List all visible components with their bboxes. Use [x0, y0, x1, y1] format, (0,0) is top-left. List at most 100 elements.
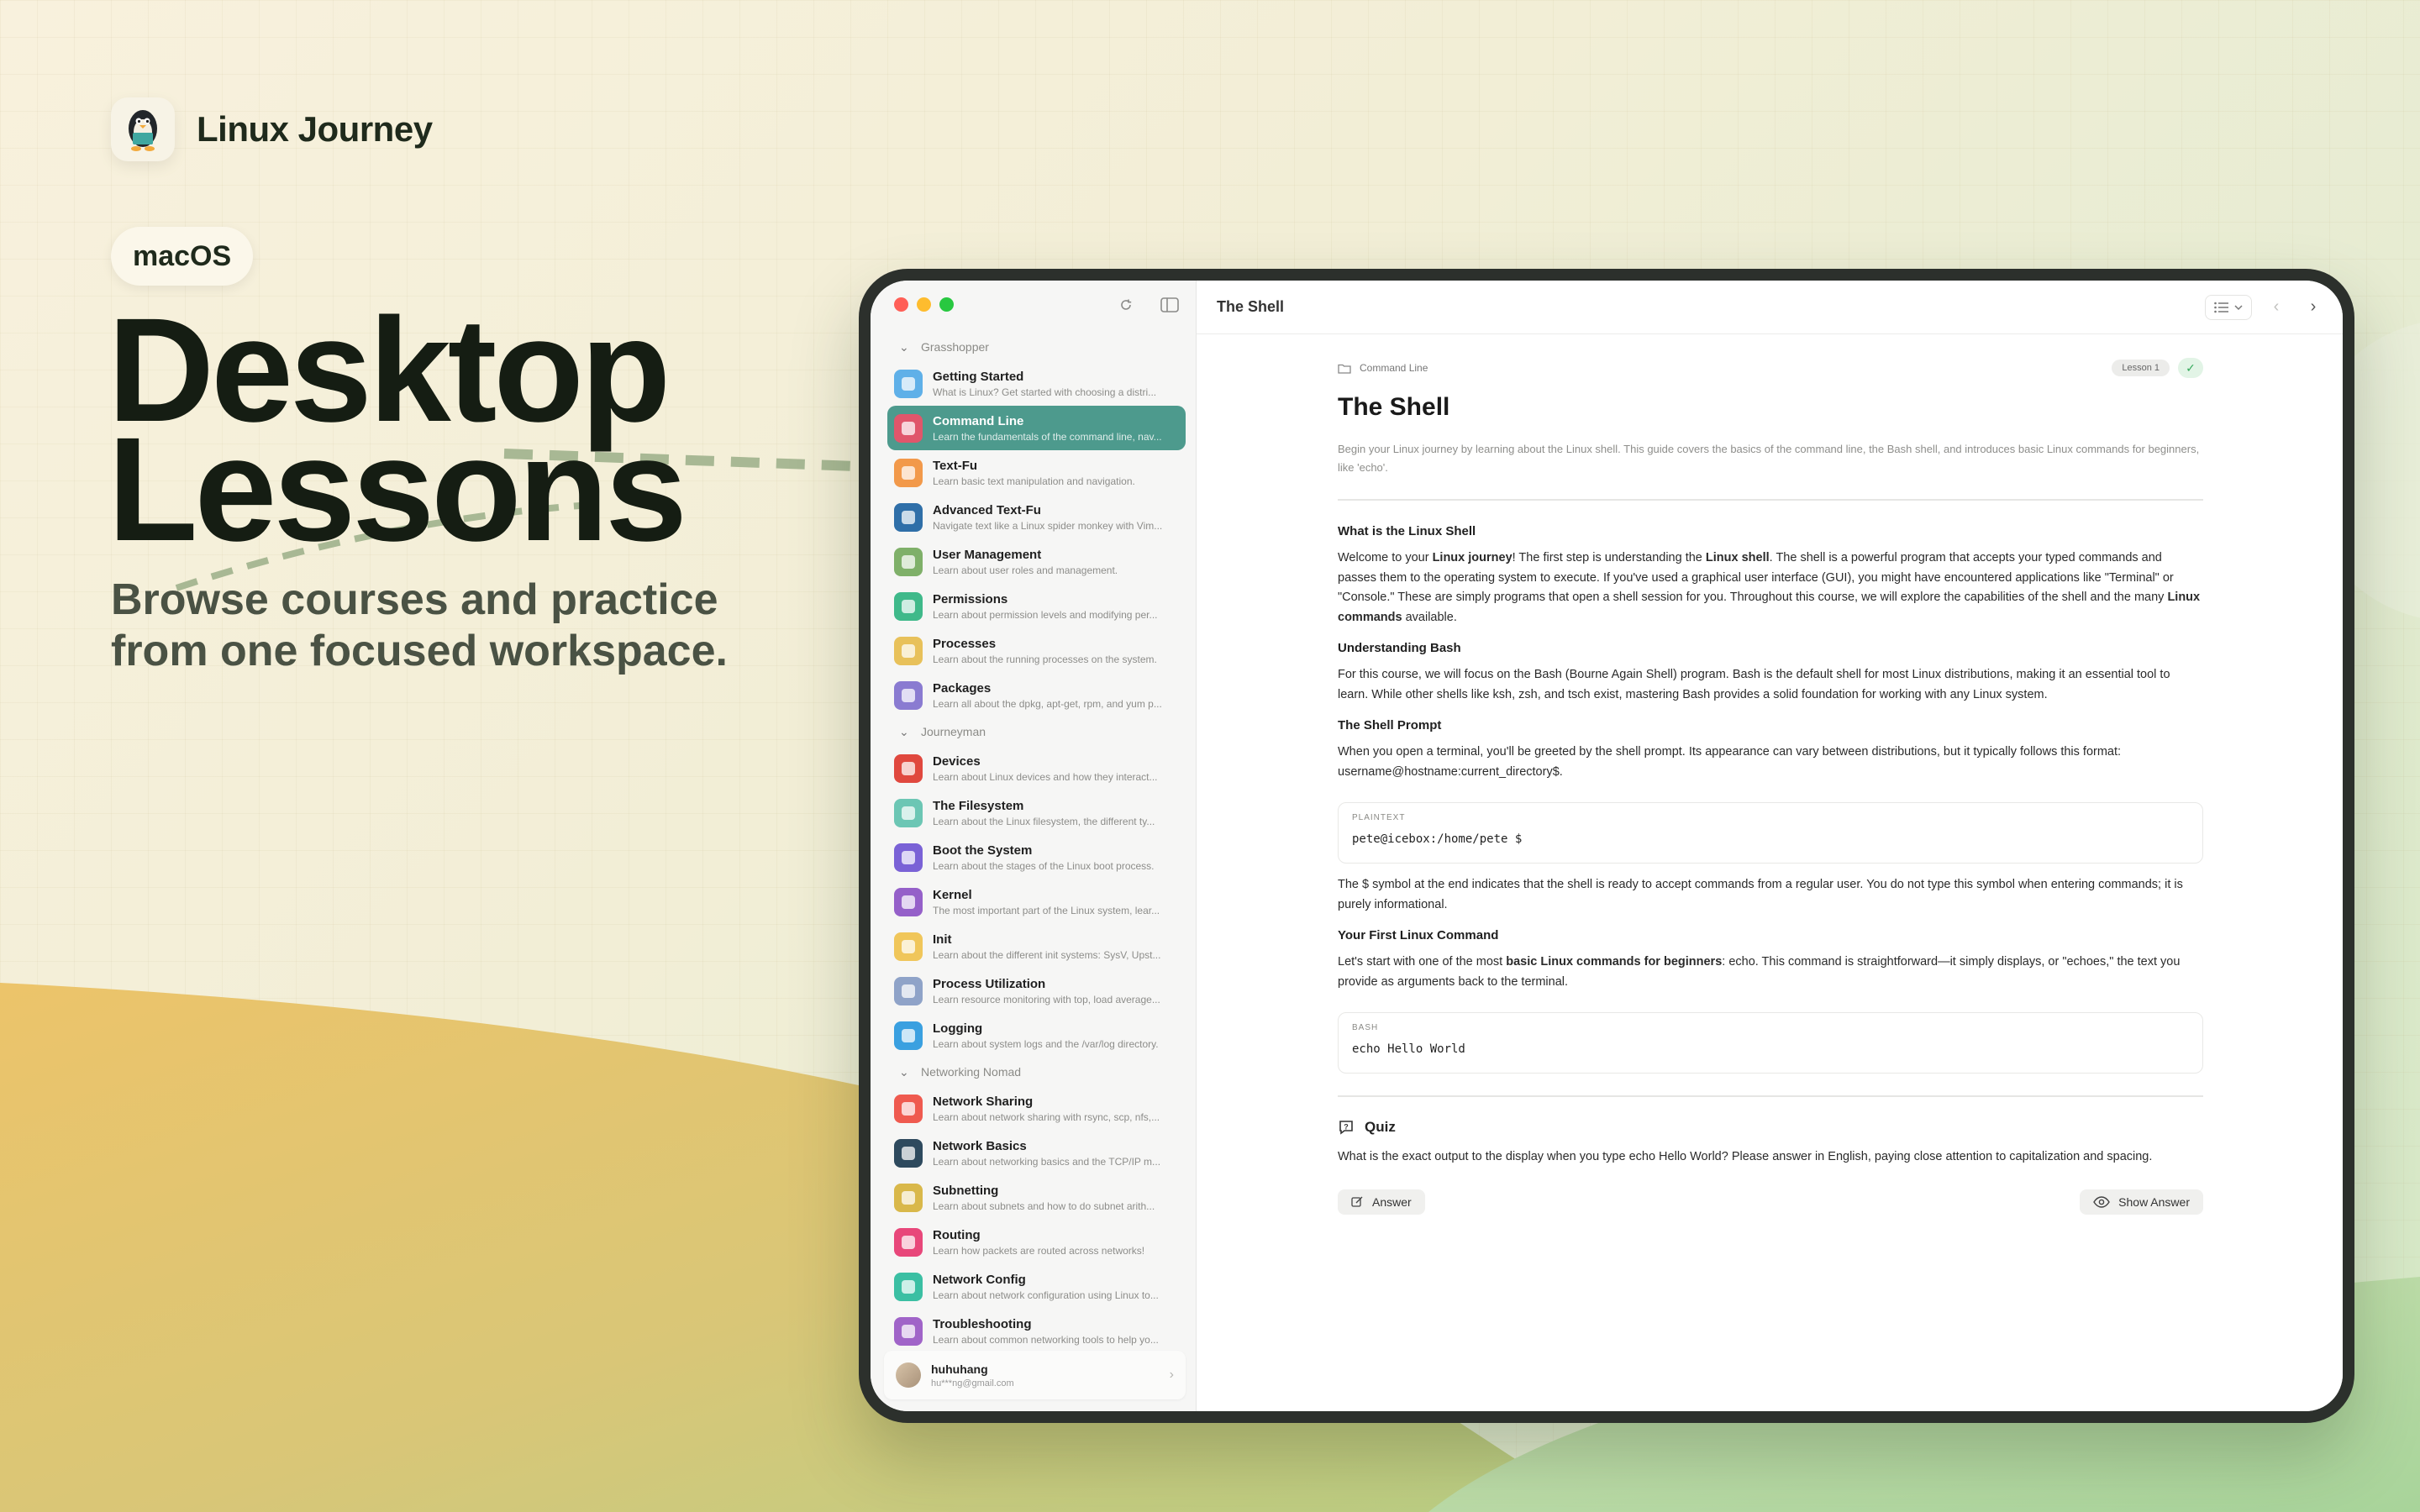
app-window: ⌄ Grasshopper Getting Started What is Linux… [871, 281, 2343, 1411]
paragraph: For this course, we will focus on the Ba… [1338, 668, 2170, 701]
sidebar-item-lesson[interactable]: Network Sharing Learn about network shari… [887, 1086, 1186, 1131]
answer-button-label: Answer [1372, 1194, 1412, 1209]
lesson-title: Network Basics [933, 1138, 1027, 1153]
sidebar-item-lesson[interactable]: Devices Learn about Linux devices and how… [887, 746, 1186, 790]
sidebar-item-lesson[interactable]: Network Basics Learn about networking bas… [887, 1131, 1186, 1175]
close-window-button[interactable] [894, 297, 908, 312]
sidebar-item-lesson[interactable]: Logging Learn about system logs and the /… [887, 1013, 1186, 1058]
group-header[interactable]: ⌄ Networking Nomad [887, 1058, 1186, 1086]
lesson-icon [894, 1316, 923, 1346]
page-title: The Shell [1217, 298, 1285, 315]
code-language: BASH [1352, 1023, 1379, 1032]
group-header[interactable]: ⌄ Grasshopper [887, 333, 1186, 361]
sidebar-item-lesson[interactable]: Text-Fu Learn basic text manipulation and… [887, 450, 1186, 495]
lesson-title: Subnetting [933, 1183, 999, 1198]
list-icon [2214, 302, 2228, 312]
brand: Linux Journey [111, 97, 433, 161]
lesson-description: Learn about network configuration using … [933, 1289, 1159, 1301]
chevron-down-icon: ⌄ [899, 724, 909, 738]
lesson-title: Logging [933, 1021, 983, 1036]
quiz-header: ? Quiz [1338, 1119, 2203, 1136]
sidebar: ⌄ Grasshopper Getting Started What is Linux… [871, 281, 1197, 1411]
sidebar-item-lesson[interactable]: Processes Learn about the running process… [887, 628, 1186, 673]
lesson-title: Boot the System [933, 843, 1033, 858]
refresh-icon[interactable] [1112, 291, 1140, 319]
paragraph: Welcome to your Linux journey! The first… [1338, 551, 2201, 624]
lesson-icon [894, 1021, 923, 1050]
sidebar-item-lesson[interactable]: Command Line Learn the fundamentals of th… [887, 406, 1186, 450]
sidebar-item-lesson[interactable]: Permissions Learn about permission levels… [887, 584, 1186, 628]
lesson-icon [894, 887, 923, 916]
lesson-title: Network Sharing [933, 1094, 1034, 1109]
lesson-icon [894, 932, 923, 961]
sidebar-item-lesson[interactable]: Process Utilization Learn resource monito… [887, 969, 1186, 1013]
lesson-title: Kernel [933, 887, 972, 902]
show-answer-button[interactable]: Show Answer [2080, 1189, 2203, 1215]
completed-check-icon[interactable]: ✓ [2178, 358, 2203, 378]
sidebar-item-lesson[interactable]: Init Learn about the different init syste… [887, 924, 1186, 969]
code-block[interactable]: PLAINTEXT pete@icebox:/home/pete $ [1338, 802, 2203, 864]
lesson-title: Getting Started [933, 369, 1024, 384]
sidebar-item-lesson[interactable]: Network Config Learn about network config… [887, 1264, 1186, 1309]
lesson-description: What is Linux? Get started with choosing… [933, 386, 1157, 398]
lesson-title: Permissions [933, 591, 1008, 606]
sidebar-item-lesson[interactable]: Subnetting Learn about subnets and how to… [887, 1175, 1186, 1220]
lesson-description: Learn about the running processes on the… [933, 653, 1157, 665]
code-text: pete@icebox:/home/pete $ [1352, 832, 1523, 846]
minimize-window-button[interactable] [917, 297, 931, 312]
sidebar-item-lesson[interactable]: Troubleshooting Learn about common networ… [887, 1309, 1186, 1353]
sidebar-item-lesson[interactable]: Routing Learn how packets are routed acro… [887, 1220, 1186, 1264]
lesson-description: Learn resource monitoring with top, load… [933, 993, 1160, 1005]
lesson-description: Learn about system logs and the /var/log… [933, 1037, 1159, 1050]
lesson-title: The Shell [1338, 393, 1450, 421]
forward-button[interactable]: › [2301, 295, 2326, 320]
lesson-description: Learn about networking basics and the TC… [933, 1155, 1161, 1168]
hero-title-line2: Lessons [108, 407, 687, 572]
code-block[interactable]: BASH echo Hello World [1338, 1012, 2203, 1074]
code-language: PLAINTEXT [1352, 813, 1406, 822]
sidebar-item-lesson[interactable]: Packages Learn all about the dpkg, apt-ge… [887, 673, 1186, 717]
zoom-window-button[interactable] [939, 297, 954, 312]
lesson-description: Learn the fundamentals of the command li… [933, 430, 1162, 443]
sidebar-item-lesson[interactable]: Advanced Text-Fu Navigate text like a Lin… [887, 495, 1186, 539]
outline-menu-button[interactable] [2205, 294, 2252, 320]
user-account[interactable]: huhuhang hu***ng@gmail.com › [884, 1351, 1186, 1399]
sidebar-toggle-icon[interactable] [1155, 291, 1184, 319]
breadcrumb[interactable]: Command Line [1338, 362, 1428, 374]
sidebar-item-lesson[interactable]: Boot the System Learn about the stages of… [887, 835, 1186, 879]
chevron-down-icon [2234, 304, 2243, 310]
lesson-icon [894, 547, 923, 576]
sidebar-item-lesson[interactable]: Getting Started What is Linux? Get starte… [887, 361, 1186, 406]
chevron-right-icon: › [1169, 1368, 1174, 1382]
lesson-list: ⌄ Grasshopper Getting Started What is Linux… [887, 333, 1186, 1353]
lesson-intro: Begin your Linux journey by learning abo… [1338, 443, 2200, 474]
lesson-title: The Filesystem [933, 798, 1024, 813]
answer-button[interactable]: Answer [1338, 1189, 1425, 1215]
section-heading: Understanding Bash [1338, 641, 1461, 655]
lesson-icon [894, 591, 923, 621]
back-button[interactable]: ‹ [2264, 295, 2289, 320]
sidebar-item-lesson[interactable]: The Filesystem Learn about the Linux file… [887, 790, 1186, 835]
lesson-icon [894, 1227, 923, 1257]
paragraph: Let's start with one of the most basic L… [1338, 955, 2181, 989]
paragraph: When you open a terminal, you'll be gree… [1338, 745, 2122, 779]
main-content: The Shell ‹ › Command Line Lesson 1 ✓ Th… [1197, 281, 2343, 1411]
lesson-description: Learn about network sharing with rsync, … [933, 1110, 1160, 1123]
lesson-icon [894, 502, 923, 532]
lesson-title: Network Config [933, 1272, 1026, 1287]
sidebar-item-lesson[interactable]: User Management Learn about user roles an… [887, 539, 1186, 584]
lesson-description: The most important part of the Linux sys… [933, 904, 1160, 916]
lesson-icon [894, 1272, 923, 1301]
group-header[interactable]: ⌄ Journeyman [887, 717, 1186, 746]
sidebar-item-lesson[interactable]: Kernel The most important part of the Lin… [887, 879, 1186, 924]
show-answer-label: Show Answer [2118, 1194, 2190, 1209]
lesson-description: Learn basic text manipulation and naviga… [933, 475, 1135, 487]
lesson-title: Processes [933, 636, 997, 651]
section-heading: The Shell Prompt [1338, 718, 1442, 732]
code-text: echo Hello World [1352, 1042, 1465, 1056]
lesson-icon [894, 798, 923, 827]
hero-title: Desktop Lessons [108, 297, 746, 572]
quiz-title: Quiz [1365, 1119, 1396, 1135]
section-heading: What is the Linux Shell [1338, 524, 1476, 538]
lesson-description: Learn about the different init systems: … [933, 948, 1161, 961]
